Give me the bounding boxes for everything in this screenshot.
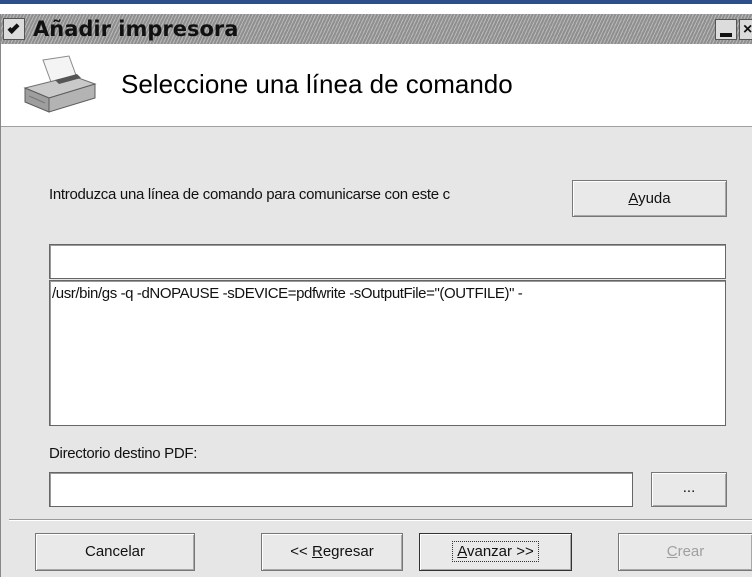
next-button[interactable]: Avanzar >>	[419, 533, 572, 571]
minimize-icon[interactable]	[715, 19, 737, 40]
cancel-button[interactable]: Cancelar	[35, 533, 195, 571]
footer-separator	[9, 519, 752, 520]
help-button[interactable]: Ayuda	[572, 180, 727, 217]
create-button-label: rear	[677, 543, 705, 560]
help-button-label: yuda	[638, 190, 671, 207]
create-button-mnemonic: C	[666, 543, 678, 560]
back-button-prefix: <<	[290, 543, 312, 560]
command-name-input[interactable]	[49, 244, 726, 279]
browse-button[interactable]: ...	[651, 472, 727, 507]
title-bar[interactable]: Añadir impresora ×	[1, 14, 752, 44]
printer-icon	[23, 55, 97, 113]
back-button-mnemonic: R	[311, 543, 323, 560]
close-icon[interactable]: ×	[739, 19, 752, 40]
add-printer-dialog: Añadir impresora × Seleccione una línea …	[0, 14, 752, 577]
create-button: Crear	[618, 533, 752, 571]
window-menu-icon[interactable]	[3, 18, 25, 40]
next-button-mnemonic: A	[457, 543, 467, 560]
wizard-header: Seleccione una línea de comando	[1, 44, 752, 127]
page-title: Seleccione una línea de comando	[121, 69, 513, 99]
next-button-focus: Avanzar >>	[452, 541, 539, 562]
back-button-label: egresar	[322, 543, 374, 560]
window-title: Añadir impresora	[33, 17, 239, 41]
top-accent-line	[0, 0, 752, 4]
back-button[interactable]: << Regresar	[261, 533, 403, 571]
pdf-directory-input[interactable]	[49, 472, 633, 507]
instruction-text: Introduzca una línea de comando para com…	[49, 186, 450, 203]
command-line-textarea[interactable]: /usr/bin/gs -q -dNOPAUSE -sDEVICE=pdfwri…	[49, 280, 726, 426]
pdf-directory-label: Directorio destino PDF:	[49, 445, 198, 462]
wizard-body: Introduzca una línea de comando para com…	[1, 127, 752, 577]
help-button-mnemonic: A	[628, 190, 639, 207]
next-button-label: vanzar >>	[467, 543, 534, 560]
